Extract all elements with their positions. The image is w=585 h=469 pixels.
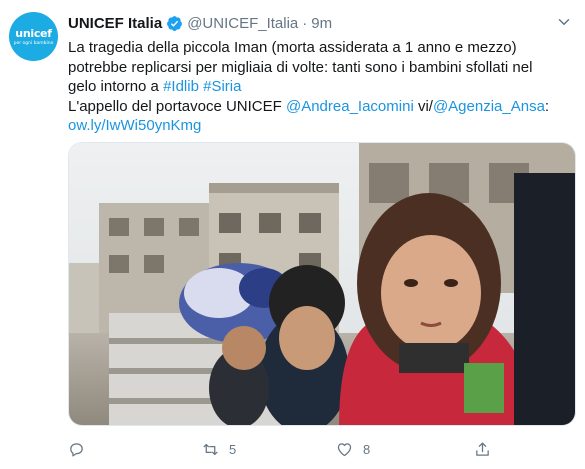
avatar-logo-text: unicef	[15, 27, 52, 40]
heart-icon	[337, 442, 352, 456]
tweet-time[interactable]: 9m	[311, 15, 332, 32]
separator-dot: ·	[302, 14, 308, 32]
tweet-text-line: ow.ly/IwWi50ynKmg	[68, 116, 568, 136]
retweet-icon	[203, 443, 218, 455]
tweet-text-segment: L'appello del portavoce UNICEF	[68, 97, 286, 115]
retweet-button[interactable]: 5	[202, 438, 236, 460]
avatar[interactable]: unicef per ogni bambino	[9, 12, 58, 61]
tweet-text-segment: gelo intorno a	[68, 78, 164, 95]
reply-button[interactable]	[68, 438, 85, 460]
tweet-header: UNICEF Italia @UNICEF_Italia · 9m	[68, 13, 573, 33]
tweet-text-line: La tragedia della piccola Iman (morta as…	[68, 39, 517, 56]
author-name[interactable]: UNICEF Italia	[68, 15, 162, 32]
mention-andrea-iacomini[interactable]: @Andrea_Iacomini	[286, 98, 414, 115]
reply-icon	[70, 442, 83, 457]
verified-badge-icon	[167, 15, 183, 31]
tweet-text-line: L'appello del portavoce UNICEF @Andrea_I…	[68, 97, 568, 117]
tweet-photo[interactable]	[68, 142, 576, 426]
short-link[interactable]: ow.ly/IwWi50ynKmg	[68, 117, 201, 134]
retweet-count: 5	[229, 441, 237, 457]
hashtag-idlib[interactable]: #Idlib	[163, 78, 199, 95]
chevron-down-icon[interactable]	[555, 13, 573, 31]
tweet-text-line: gelo intorno a #Idlib #Siria	[68, 77, 568, 97]
tweet-text: La tragedia della piccola Iman (morta as…	[68, 38, 568, 136]
author-handle[interactable]: @UNICEF_Italia	[187, 15, 298, 32]
tweet-text-segment: vi/	[413, 97, 433, 115]
hashtag-siria[interactable]: #Siria	[203, 78, 241, 95]
photo-illustration	[69, 143, 575, 425]
tweet-text-line: potrebbe replicarsi per migliaia di volt…	[68, 58, 533, 76]
share-icon	[476, 441, 489, 456]
mention-agenzia-ansa[interactable]: @Agenzia_Ansa	[433, 98, 545, 115]
share-button[interactable]	[474, 438, 491, 460]
like-button[interactable]: 8	[336, 438, 370, 460]
like-count: 8	[363, 441, 371, 457]
tweet-actions: 5 8	[68, 438, 576, 460]
tweet-text-segment: :	[544, 97, 550, 115]
avatar-logo-subtext: per ogni bambino	[13, 41, 54, 46]
